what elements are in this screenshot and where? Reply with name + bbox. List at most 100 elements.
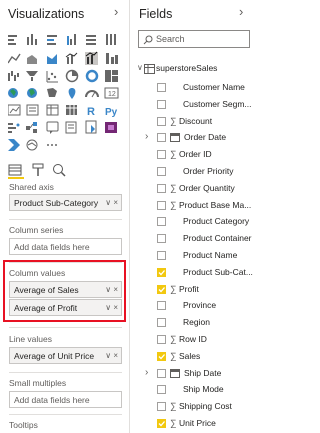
search-placeholder: Search: [156, 34, 185, 44]
field-controls[interactable]: ∨ ×: [105, 351, 118, 360]
column-value-text: Average of Sales: [14, 285, 79, 295]
field-name: Order ID: [179, 149, 212, 160]
chevron-right-icon[interactable]: ›: [145, 131, 148, 142]
line-values-label: Line values: [9, 334, 53, 344]
field-checkbox[interactable]: [157, 200, 166, 210]
field-checkbox[interactable]: [157, 419, 166, 428]
field-item[interactable]: ∑ Row ID: [131, 332, 255, 349]
field-item[interactable]: ∑ Order Quantity: [131, 181, 255, 198]
field-checkbox[interactable]: [157, 234, 166, 244]
field-checkbox[interactable]: [157, 318, 166, 328]
field-checkbox[interactable]: [157, 284, 166, 294]
column-series-drop[interactable]: Add data fields here: [9, 238, 122, 255]
tab-analytics[interactable]: [52, 163, 68, 179]
field-controls[interactable]: ∨ ×: [105, 198, 118, 207]
chevron-right-icon[interactable]: ›: [114, 4, 118, 19]
field-name: Customer Segm...: [183, 98, 252, 109]
field-item[interactable]: ∑ Unit Price: [131, 416, 255, 433]
field-checkbox[interactable]: [157, 251, 166, 260]
column-values-label: Column values: [9, 268, 66, 278]
pie-chart-icon: [65, 69, 79, 83]
sigma-icon: ∑: [170, 182, 177, 193]
tab-build[interactable]: [8, 163, 24, 179]
field-item[interactable]: ∑ Sales: [131, 349, 255, 366]
field-item[interactable]: Province: [131, 298, 255, 315]
svg-text:R: R: [87, 106, 95, 118]
field-item[interactable]: Ship Mode: [131, 382, 255, 399]
column-value-field[interactable]: Average of Sales ∨ ×: [9, 281, 122, 298]
field-item[interactable]: Order Priority: [131, 164, 255, 181]
field-checkbox[interactable]: [157, 402, 166, 412]
chevron-down-icon[interactable]: ∨: [137, 63, 143, 72]
column-series-label: Column series: [9, 225, 64, 235]
smart-narrative-icon: [65, 121, 77, 134]
field-item[interactable]: › Ship Date: [131, 366, 255, 383]
tab-format[interactable]: [31, 163, 47, 179]
field-checkbox[interactable]: [157, 351, 166, 361]
shared-axis-field[interactable]: Product Sub-Category ∨ ×: [9, 194, 122, 211]
field-item[interactable]: › Order Date: [131, 130, 255, 147]
field-checkbox[interactable]: [157, 116, 166, 126]
field-item[interactable]: Customer Name: [131, 80, 255, 97]
field-item[interactable]: ∑ Shipping Cost: [131, 399, 255, 416]
kpi-icon: [7, 104, 21, 116]
divider: [9, 372, 122, 373]
field-item[interactable]: Product Container: [131, 231, 255, 248]
calendar-icon: [170, 368, 180, 378]
field-item[interactable]: Region: [131, 315, 255, 332]
divider: [9, 414, 122, 415]
field-item[interactable]: ∑ Profit: [131, 282, 255, 299]
visual-type-icons[interactable]: 12 R Py: [7, 33, 123, 153]
field-checkbox[interactable]: [157, 267, 166, 277]
field-name: Product Base Ma...: [179, 199, 252, 210]
field-item[interactable]: ∑ Order ID: [131, 147, 255, 164]
svg-text:12: 12: [108, 91, 116, 98]
field-item[interactable]: ∑ Product Base Ma...: [131, 198, 255, 215]
matrix-icon: [66, 105, 77, 115]
field-checkbox[interactable]: [157, 150, 166, 160]
stacked-column-icon: [27, 34, 37, 45]
field-name: Discount: [179, 115, 213, 126]
key-influencers-icon: [8, 123, 20, 133]
field-item[interactable]: Product Name: [131, 248, 255, 265]
field-checkbox[interactable]: [157, 368, 166, 378]
decomposition-tree-icon: [26, 122, 37, 133]
field-controls[interactable]: ∨ ×: [105, 285, 118, 294]
table-node[interactable]: ∨ superstoreSales: [131, 62, 255, 77]
field-name: Product Sub-Cat...: [183, 266, 253, 277]
field-checkbox[interactable]: [157, 83, 166, 92]
field-checkbox[interactable]: [157, 183, 166, 193]
python-icon: Py: [105, 107, 118, 118]
sigma-icon: ∑: [170, 115, 177, 126]
shape-map-icon: [47, 88, 57, 97]
field-name: Order Quantity: [179, 182, 235, 193]
field-checkbox[interactable]: [157, 217, 166, 227]
sigma-icon: ∑: [170, 334, 177, 344]
field-checkbox[interactable]: [157, 385, 166, 395]
field-item[interactable]: Customer Segm...: [131, 97, 255, 114]
table-icon: [46, 104, 59, 116]
field-item[interactable]: ∑ Discount: [131, 114, 255, 131]
search-input[interactable]: Search: [138, 30, 250, 48]
column-value-field[interactable]: Average of Profit ∨ ×: [9, 299, 122, 316]
fields-pane: Fields › Search ∨ superstoreSales Custom…: [131, 0, 255, 433]
clustered-column-icon: [67, 34, 76, 45]
field-checkbox[interactable]: [157, 167, 166, 176]
field-checkbox[interactable]: [157, 99, 166, 109]
field-checkbox[interactable]: [157, 335, 166, 344]
chevron-right-icon[interactable]: ›: [239, 4, 243, 19]
divider: [9, 327, 122, 328]
field-item[interactable]: Product Sub-Cat...: [131, 265, 255, 282]
arcgis-icon: [26, 139, 38, 151]
field-checkbox[interactable]: [157, 301, 166, 311]
small-multiples-drop[interactable]: Add data fields here: [9, 391, 122, 408]
sigma-icon: ∑: [170, 418, 177, 428]
field-item[interactable]: Product Category: [131, 214, 255, 231]
field-checkbox[interactable]: [157, 133, 166, 143]
line-values-field[interactable]: Average of Unit Price ∨ ×: [9, 347, 122, 364]
gauge-icon: [85, 90, 99, 98]
field-controls[interactable]: ∨ ×: [105, 303, 118, 312]
field-name: Shipping Cost: [179, 401, 232, 412]
field-name: Unit Price: [179, 418, 216, 428]
chevron-right-icon[interactable]: ›: [145, 367, 148, 378]
